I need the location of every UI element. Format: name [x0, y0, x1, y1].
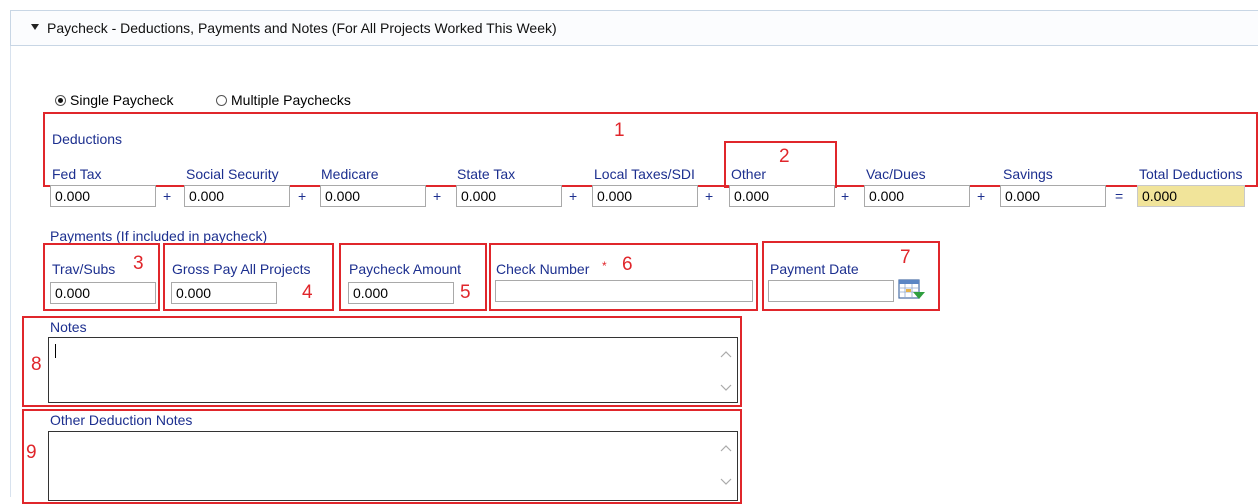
check-number-input[interactable]	[495, 280, 753, 302]
annotation-number-4: 4	[302, 282, 313, 303]
fed-tax-label: Fed Tax	[52, 166, 102, 182]
state-tax-label: State Tax	[457, 166, 516, 182]
paycheck-amount-input[interactable]: 0.000	[348, 282, 454, 304]
gross-pay-label: Gross Pay All Projects	[172, 261, 311, 277]
savings-input[interactable]: 0.000	[1000, 185, 1106, 207]
annotation-number-9: 9	[26, 442, 37, 463]
annotation-number-5: 5	[460, 282, 471, 303]
plus-operator: +	[298, 188, 307, 204]
plus-operator: +	[841, 188, 850, 204]
local-taxes-sdi-input[interactable]: 0.000	[592, 185, 698, 207]
panel-left-border	[10, 46, 11, 497]
medicare-label: Medicare	[321, 166, 379, 182]
other-input[interactable]: 0.000	[729, 185, 835, 207]
scroll-arrows-icon[interactable]	[719, 348, 733, 394]
single-paycheck-radio[interactable]	[55, 95, 66, 106]
equals-operator: =	[1115, 188, 1124, 204]
plus-operator: +	[977, 188, 986, 204]
scroll-arrows-icon[interactable]	[719, 442, 733, 488]
annotation-number-2: 2	[779, 146, 790, 167]
payment-date-label: Payment Date	[770, 261, 859, 277]
section-title: Paycheck - Deductions, Payments and Note…	[47, 20, 557, 36]
plus-operator: +	[569, 188, 578, 204]
notes-label: Notes	[50, 319, 87, 335]
text-cursor	[55, 344, 56, 358]
single-paycheck-label[interactable]: Single Paycheck	[70, 92, 174, 108]
other-deduction-notes-textarea[interactable]	[48, 431, 738, 501]
other-label: Other	[731, 166, 767, 182]
local-taxes-sdi-label: Local Taxes/SDI	[594, 166, 695, 182]
social-security-label: Social Security	[186, 166, 279, 182]
plus-operator: +	[433, 188, 442, 204]
section-header[interactable]: Paycheck - Deductions, Payments and Note…	[10, 10, 1258, 46]
trav-subs-label: Trav/Subs	[52, 261, 116, 277]
total-deductions-field: 0.000	[1137, 185, 1245, 207]
check-number-label: Check Number	[496, 261, 590, 277]
payment-date-input[interactable]	[768, 280, 894, 302]
collapse-caret-icon[interactable]	[31, 24, 39, 30]
vac-dues-input[interactable]: 0.000	[864, 185, 970, 207]
multiple-paychecks-radio[interactable]	[216, 95, 227, 106]
state-tax-input[interactable]: 0.000	[456, 185, 562, 207]
calendar-picker-icon[interactable]	[898, 278, 925, 300]
gross-pay-input[interactable]: 0.000	[171, 282, 277, 304]
vac-dues-label: Vac/Dues	[866, 166, 926, 182]
medicare-input[interactable]: 0.000	[320, 185, 426, 207]
social-security-input[interactable]: 0.000	[184, 185, 290, 207]
fed-tax-input[interactable]: 0.000	[50, 185, 156, 207]
trav-subs-input[interactable]: 0.000	[50, 282, 156, 304]
deductions-section-label: Deductions	[52, 131, 123, 147]
annotation-number-7: 7	[900, 247, 911, 268]
required-marker: *	[602, 259, 607, 273]
multiple-paychecks-label[interactable]: Multiple Paychecks	[231, 92, 351, 108]
savings-label: Savings	[1003, 166, 1053, 182]
plus-operator: +	[163, 188, 172, 204]
annotation-number-6: 6	[622, 254, 633, 275]
other-deduction-notes-label: Other Deduction Notes	[50, 412, 193, 428]
annotation-number-1: 1	[614, 120, 625, 141]
plus-operator: +	[705, 188, 714, 204]
payments-section-label: Payments (If included in paycheck)	[50, 228, 268, 244]
paycheck-amount-label: Paycheck Amount	[349, 261, 462, 277]
annotation-number-3: 3	[133, 253, 144, 274]
notes-textarea[interactable]	[48, 337, 738, 403]
annotation-number-8: 8	[31, 354, 42, 375]
total-deductions-label: Total Deductions	[1139, 166, 1243, 182]
